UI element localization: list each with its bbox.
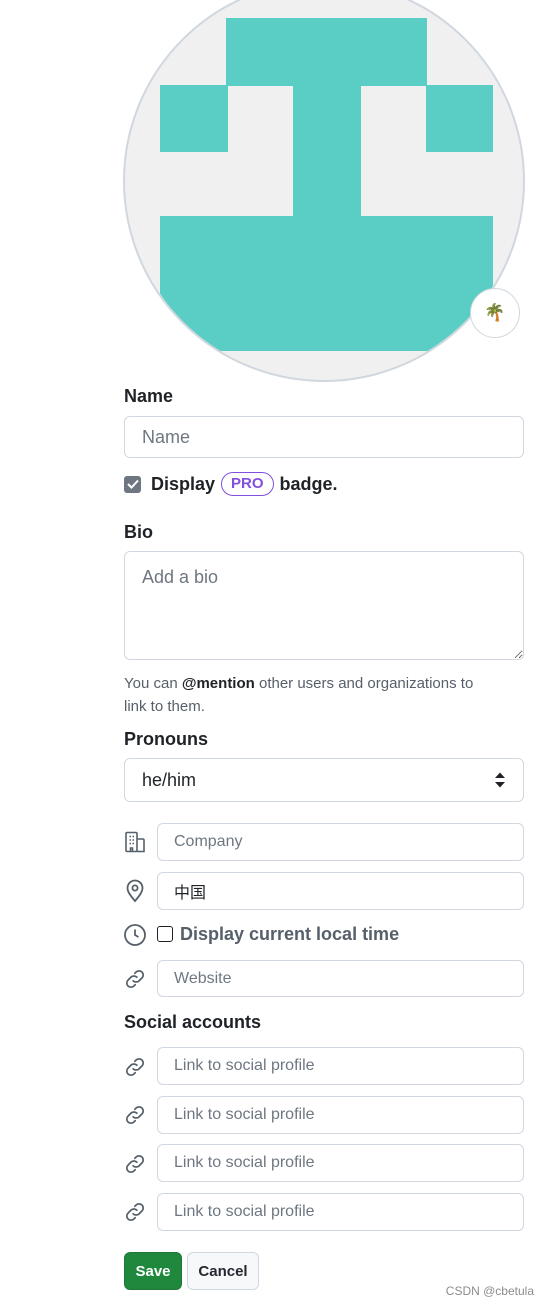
location-icon	[123, 878, 147, 904]
pro-badge-prefix: Display	[151, 473, 216, 494]
website-input[interactable]	[157, 960, 524, 997]
name-label: Name	[124, 386, 174, 406]
select-arrows-icon	[495, 772, 505, 788]
avatar-edit-button[interactable]: 🌴	[470, 288, 520, 338]
link-icon	[123, 1199, 147, 1225]
watermark: CSDN @cbetula	[445, 1284, 534, 1298]
social-accounts-label: Social accounts	[124, 1012, 262, 1032]
bio-help-prefix: You can	[124, 675, 178, 692]
profile-avatar	[123, 0, 525, 382]
identicon-image	[160, 18, 493, 351]
bio-help-text: You can @mention other users and organiz…	[124, 672, 524, 718]
link-icon	[123, 1102, 147, 1128]
pro-badge-suffix: badge.	[279, 473, 338, 494]
link-icon	[123, 1054, 147, 1080]
pronouns-label: Pronouns	[124, 729, 208, 749]
bio-help-line1: other users and organizations to	[258, 675, 474, 692]
bio-label: Bio	[124, 522, 153, 542]
link-icon	[123, 1151, 147, 1177]
palm-tree-icon: 🌴	[484, 303, 506, 322]
social-profile-input[interactable]	[157, 1096, 524, 1134]
local-time-checkbox[interactable]	[157, 926, 173, 942]
bio-help-line2: link to them.	[124, 698, 205, 715]
cancel-button[interactable]: Cancel	[187, 1252, 259, 1290]
pro-badge-toggle-row: Display PRO badge.	[124, 471, 338, 497]
organization-icon	[123, 829, 147, 855]
location-input[interactable]	[157, 872, 524, 910]
save-button[interactable]: Save	[124, 1252, 182, 1290]
checkmark-icon	[126, 479, 139, 489]
local-time-label: Display current local time	[180, 924, 400, 944]
bio-help-mention: @mention	[181, 675, 255, 692]
pro-badge: PRO	[221, 472, 274, 496]
pro-badge-checkbox[interactable]	[124, 475, 141, 493]
social-profile-input[interactable]	[157, 1193, 524, 1231]
name-input[interactable]	[124, 416, 524, 458]
pronouns-value: he/him	[142, 769, 197, 790]
company-input[interactable]	[157, 823, 524, 861]
pronouns-select[interactable]: he/him	[124, 758, 524, 802]
social-profile-input[interactable]	[157, 1047, 524, 1085]
social-profile-input[interactable]	[157, 1144, 524, 1182]
clock-icon	[123, 922, 147, 948]
bio-textarea[interactable]	[124, 551, 524, 660]
link-icon	[123, 966, 147, 992]
